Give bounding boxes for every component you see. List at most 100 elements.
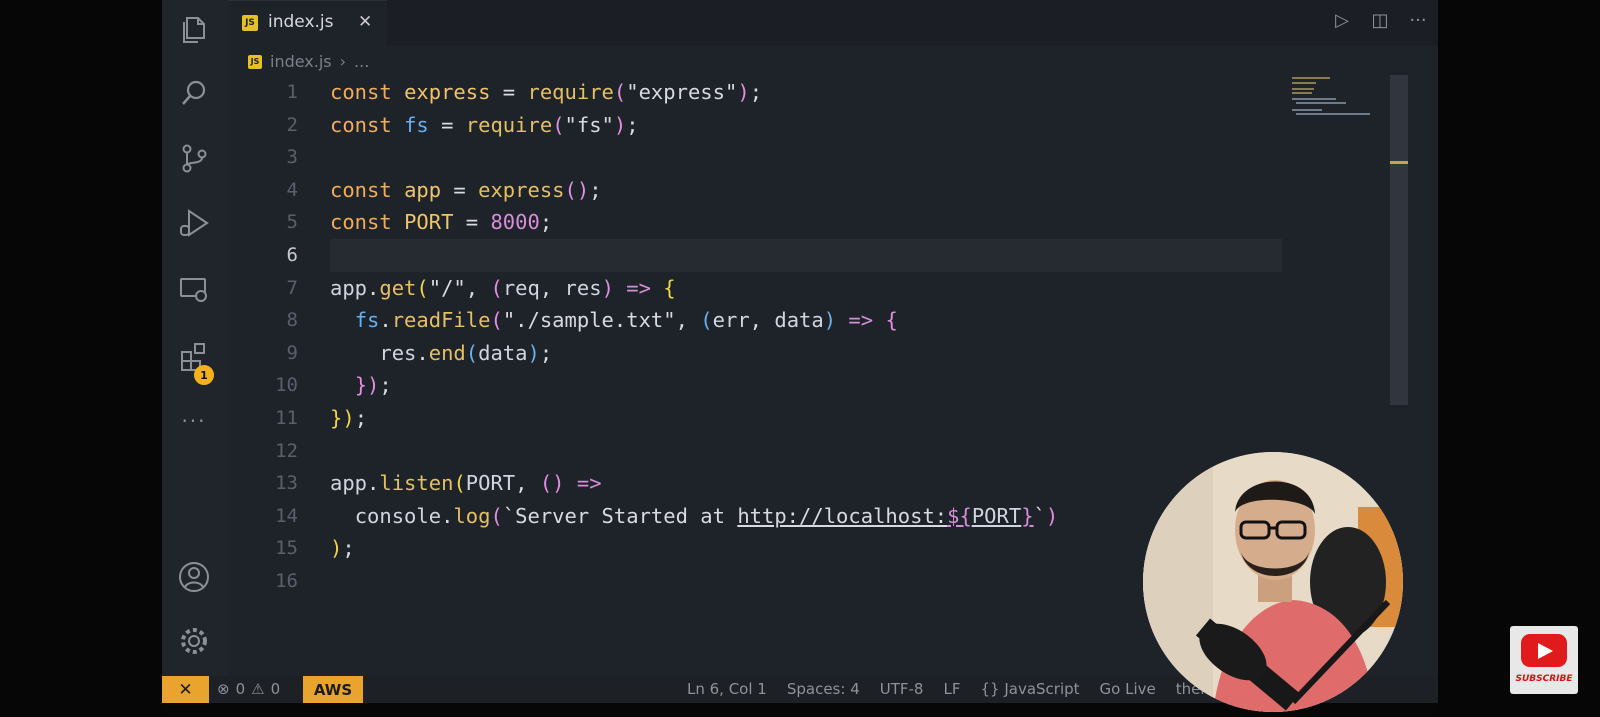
code-token: (: [465, 340, 479, 365]
code-token: PORT: [971, 503, 1022, 528]
code-token: res: [564, 275, 602, 300]
line-number: 5: [286, 211, 298, 234]
indentation[interactable]: Spaces: 4: [787, 680, 860, 698]
line-number: 7: [286, 276, 298, 299]
code-line[interactable]: [330, 238, 1282, 272]
code-token: const: [330, 80, 405, 104]
editor-actions: ▷ ◫ ···: [1330, 10, 1430, 31]
youtube-subscribe-button[interactable]: SUBSCRIBE: [1510, 626, 1578, 694]
more-actions-icon[interactable]: ···: [1406, 10, 1430, 31]
split-editor-icon[interactable]: ◫: [1368, 10, 1392, 31]
code-line[interactable]: [330, 435, 1270, 468]
code-token: (: [613, 80, 627, 104]
line-number: 10: [275, 374, 298, 397]
go-live-button[interactable]: Go Live: [1100, 680, 1156, 698]
code-line[interactable]: const express = require("express");: [330, 76, 1270, 109]
language-mode[interactable]: {} JavaScript: [980, 680, 1079, 698]
code-line[interactable]: });: [330, 402, 1270, 435]
code-token: `Server Started at: [502, 503, 738, 528]
line-number: 16: [275, 569, 298, 592]
code-line[interactable]: });: [330, 369, 1270, 402]
code-token: .: [416, 340, 429, 365]
code-token: "fs": [564, 112, 614, 137]
code-line[interactable]: const PORT = 8000;: [330, 206, 1270, 239]
line-number: 14: [275, 504, 298, 527]
code-line[interactable]: const app = express();: [330, 174, 1270, 207]
remote-explorer-icon[interactable]: [177, 272, 211, 306]
code-line[interactable]: const fs = require("fs");: [330, 109, 1270, 142]
code-token: (: [453, 471, 466, 496]
code-token: (: [490, 308, 503, 333]
code-token: const: [330, 112, 405, 137]
code-token: http://localhost:: [737, 503, 948, 528]
minimap[interactable]: [1292, 75, 1370, 125]
code-token: fs: [404, 112, 429, 137]
code-token: =>: [576, 471, 602, 496]
code-line[interactable]: app.listen(PORT, () =>: [330, 467, 1270, 500]
line-number: 13: [275, 472, 298, 495]
code-token: log: [453, 503, 491, 528]
code-token: err: [712, 308, 750, 333]
code-token: console: [354, 503, 442, 528]
code-token: ${: [947, 503, 972, 528]
code-token: ;: [749, 80, 763, 104]
encoding[interactable]: UTF-8: [880, 680, 924, 698]
code-token: PORT: [404, 210, 454, 235]
code-token: ): [737, 80, 750, 104]
run-icon[interactable]: ▷: [1330, 10, 1354, 31]
code-token: 8000: [490, 210, 540, 235]
breadcrumb-more[interactable]: ...: [354, 52, 369, 71]
settings-gear-icon[interactable]: [177, 624, 211, 658]
line-number: 12: [275, 439, 298, 462]
breadcrumb-separator: ›: [339, 52, 347, 71]
code-line[interactable]: console.log(`Server Started at http://lo…: [330, 500, 1270, 533]
code-token: (): [564, 177, 590, 202]
code-token: ;: [379, 373, 392, 398]
code-token: ): [613, 112, 627, 137]
aws-button[interactable]: AWS: [303, 676, 363, 703]
code-token: ): [330, 536, 343, 561]
line-number: 4: [286, 178, 298, 201]
code-token: require: [465, 112, 553, 137]
code-line[interactable]: );: [330, 532, 1270, 565]
more-icon[interactable]: ···: [177, 404, 211, 438]
line-number: 8: [286, 309, 298, 332]
code-token: {: [663, 275, 676, 300]
line-number: 15: [275, 537, 298, 560]
code-token: ): [601, 275, 614, 300]
account-icon[interactable]: [177, 560, 211, 594]
code-token: =: [453, 210, 491, 235]
code-token: app: [330, 471, 368, 496]
close-icon[interactable]: ✕: [358, 12, 372, 32]
cursor-position[interactable]: Ln 6, Col 1: [687, 680, 767, 698]
code-line[interactable]: [330, 565, 1270, 598]
code-token: data: [774, 308, 824, 333]
code-line[interactable]: fs.readFile("./sample.txt", (err, data) …: [330, 304, 1270, 337]
tab-index-js[interactable]: JS index.js ✕: [228, 0, 387, 46]
code-line[interactable]: [330, 141, 1270, 174]
remote-indicator-icon[interactable]: ✕: [162, 676, 209, 703]
code-line[interactable]: app.get("/", (req, res) => {: [330, 272, 1270, 305]
search-icon[interactable]: [177, 76, 211, 110]
activity-bar: 1 ···: [162, 0, 228, 689]
vertical-scrollbar[interactable]: [1390, 75, 1408, 405]
source-control-icon[interactable]: [177, 141, 211, 175]
problems-indicator[interactable]: ⊗ 0 ⚠ 0: [217, 680, 280, 698]
code-token: `: [1033, 503, 1046, 528]
explorer-icon[interactable]: [177, 12, 211, 46]
code-editor[interactable]: const express = require("express"); const…: [330, 76, 1282, 598]
breadcrumb-file[interactable]: index.js: [270, 52, 332, 71]
end-of-line[interactable]: LF: [943, 680, 960, 698]
line-number-gutter: 1 2 3 4 5 6 7 8 9 10 11 12 13 14 15 16: [228, 76, 298, 598]
code-token: .: [379, 308, 392, 333]
code-line[interactable]: res.end(data);: [330, 337, 1270, 370]
code-token: express: [404, 80, 491, 104]
code-token: {: [885, 308, 898, 333]
run-debug-icon[interactable]: [177, 206, 211, 240]
error-count: 0: [235, 680, 246, 698]
